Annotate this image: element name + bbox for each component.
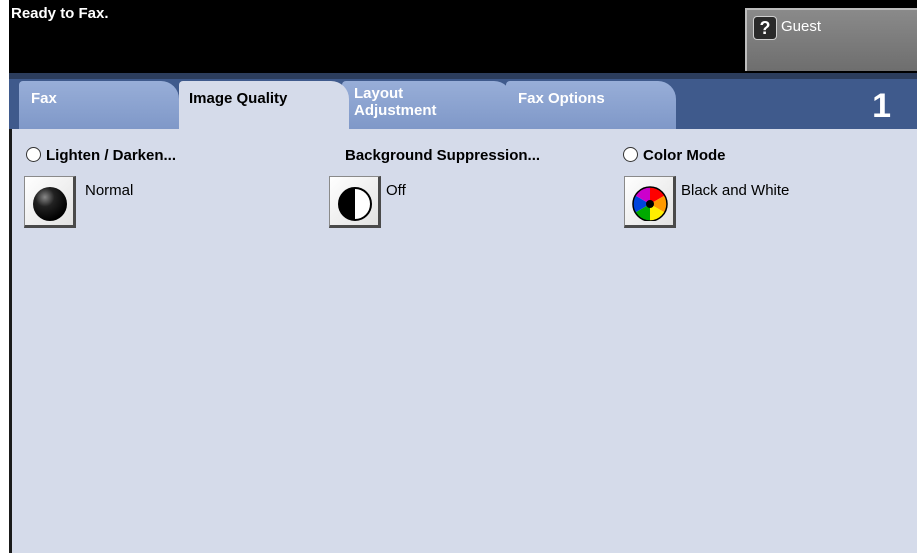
status-bar: Ready to Fax. ? Guest bbox=[9, 0, 917, 73]
tab-label: Fax Options bbox=[518, 90, 605, 107]
lighten-darken-button[interactable] bbox=[24, 176, 76, 228]
background-suppression-button[interactable] bbox=[329, 176, 381, 228]
section-title: Color Mode bbox=[643, 147, 726, 164]
tab-image-quality[interactable]: Image Quality bbox=[179, 81, 349, 131]
tab-label: Fax bbox=[31, 90, 57, 107]
guest-label: Guest bbox=[781, 18, 822, 35]
tab-fax-options[interactable]: Fax Options bbox=[506, 81, 676, 129]
radio-icon bbox=[26, 147, 41, 162]
lighten-darken-heading[interactable]: Lighten / Darken... bbox=[26, 147, 176, 164]
tab-label: Layout Adjustment bbox=[354, 85, 437, 119]
color-wheel-icon bbox=[632, 186, 668, 221]
background-suppression-icon bbox=[338, 187, 372, 221]
help-icon: ? bbox=[753, 16, 777, 40]
status-message: Ready to Fax. bbox=[11, 5, 109, 22]
guest-button[interactable]: ? Guest bbox=[745, 8, 917, 71]
section-title: Lighten / Darken... bbox=[46, 147, 177, 164]
color-mode-value: Black and White bbox=[681, 182, 790, 199]
tab-layout-adjustment[interactable]: Layout Adjustment bbox=[342, 81, 512, 129]
tab-fax[interactable]: Fax bbox=[19, 81, 179, 129]
lighten-darken-icon bbox=[33, 187, 67, 221]
lighten-darken-value: Normal bbox=[85, 182, 134, 199]
background-suppression-heading[interactable]: Background Suppression... bbox=[345, 147, 540, 164]
panel-left-edge bbox=[9, 129, 12, 553]
image-quality-panel: Lighten / Darken... Normal Background Su… bbox=[9, 129, 917, 553]
section-title: Background Suppression... bbox=[345, 147, 541, 164]
page-number: 1 bbox=[872, 87, 891, 125]
background-suppression-value: Off bbox=[386, 182, 406, 199]
tab-bar: Fax Fax Options Layout Adjustment Image … bbox=[9, 73, 917, 131]
color-mode-heading[interactable]: Color Mode bbox=[623, 147, 726, 164]
tab-label: Image Quality bbox=[189, 90, 288, 107]
color-mode-button[interactable] bbox=[624, 176, 676, 228]
radio-icon bbox=[623, 147, 638, 162]
fax-screen: Ready to Fax. ? Guest Fax Fax Options La… bbox=[0, 0, 917, 553]
